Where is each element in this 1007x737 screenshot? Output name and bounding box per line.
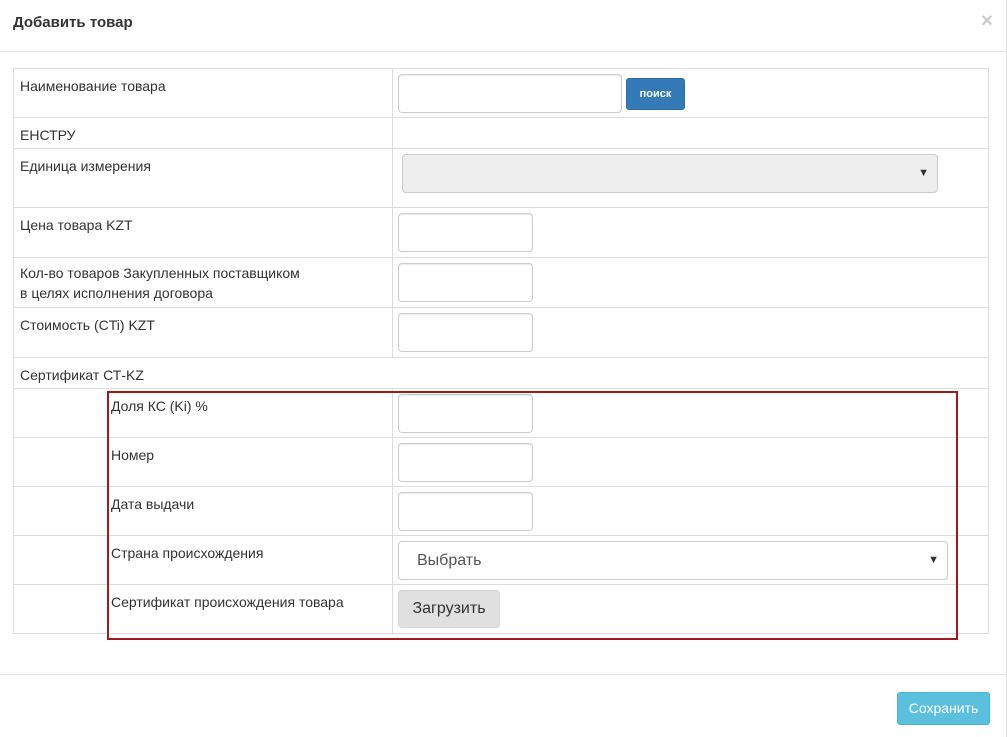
row-share: Доля КС (Ki) % [14,389,988,438]
close-icon[interactable]: × [979,10,995,32]
quantity-label-line2: в целях исполнения договора [20,285,213,301]
row-number: Номер [14,438,988,487]
country-select[interactable]: Выбрать ▼ [398,541,948,580]
unit-label: Единица измерения [14,149,393,207]
row-product-name: Наименование товара поиск [14,69,988,118]
certificate-section-label: Сертификат СТ-KZ [20,367,144,383]
unit-select[interactable]: ▼ [402,154,938,193]
cost-input[interactable] [398,313,533,352]
enstru-label: ЕНСТРУ [14,118,393,148]
row-price: Цена товара KZT [14,208,988,258]
row-unit: Единица измерения ▼ [14,149,988,208]
row-origin-certificate: Сертификат происхождения товара Загрузит… [14,585,988,633]
row-certificate-header: Сертификат СТ-KZ [14,358,988,389]
share-label: Доля КС (Ki) % [14,389,393,437]
row-issue-date: Дата выдачи [14,487,988,536]
search-button[interactable]: поиск [626,78,685,110]
caret-down-icon: ▼ [928,554,939,566]
issue-date-input[interactable] [398,492,533,531]
modal-header: Добавить товар × [0,0,1007,52]
country-label: Страна происхождения [14,536,393,584]
add-product-modal: Добавить товар × Наименование товара пои… [0,0,1007,737]
product-name-label: Наименование товара [14,69,393,117]
row-quantity: Кол-во товаров Закупленных поставщиком в… [14,258,988,308]
share-input[interactable] [398,394,533,433]
caret-down-icon: ▼ [918,167,929,179]
country-select-value: Выбрать [417,552,482,569]
number-label: Номер [14,438,393,486]
quantity-label: Кол-во товаров Закупленных поставщиком в… [14,258,393,307]
origin-certificate-label: Сертификат происхождения товара [14,585,393,633]
row-country: Страна происхождения Выбрать ▼ [14,536,988,585]
quantity-input[interactable] [398,263,533,302]
product-form-table: Наименование товара поиск ЕНСТРУ Единица… [13,68,989,634]
row-cost: Стоимость (CTi) KZT [14,308,988,358]
price-input[interactable] [398,213,533,252]
quantity-label-line1: Кол-во товаров Закупленных поставщиком [20,265,300,281]
price-label: Цена товара KZT [14,208,393,257]
modal-title: Добавить товар [13,14,133,31]
row-enstru: ЕНСТРУ [14,118,988,149]
issue-date-label: Дата выдачи [14,487,393,535]
number-input[interactable] [398,443,533,482]
upload-button[interactable]: Загрузить [398,590,500,628]
cost-label: Стоимость (CTi) KZT [14,308,393,357]
modal-footer-divider [0,674,1007,675]
product-name-input[interactable] [398,74,622,113]
save-button[interactable]: Сохранить [897,692,990,725]
enstru-value [393,118,988,148]
